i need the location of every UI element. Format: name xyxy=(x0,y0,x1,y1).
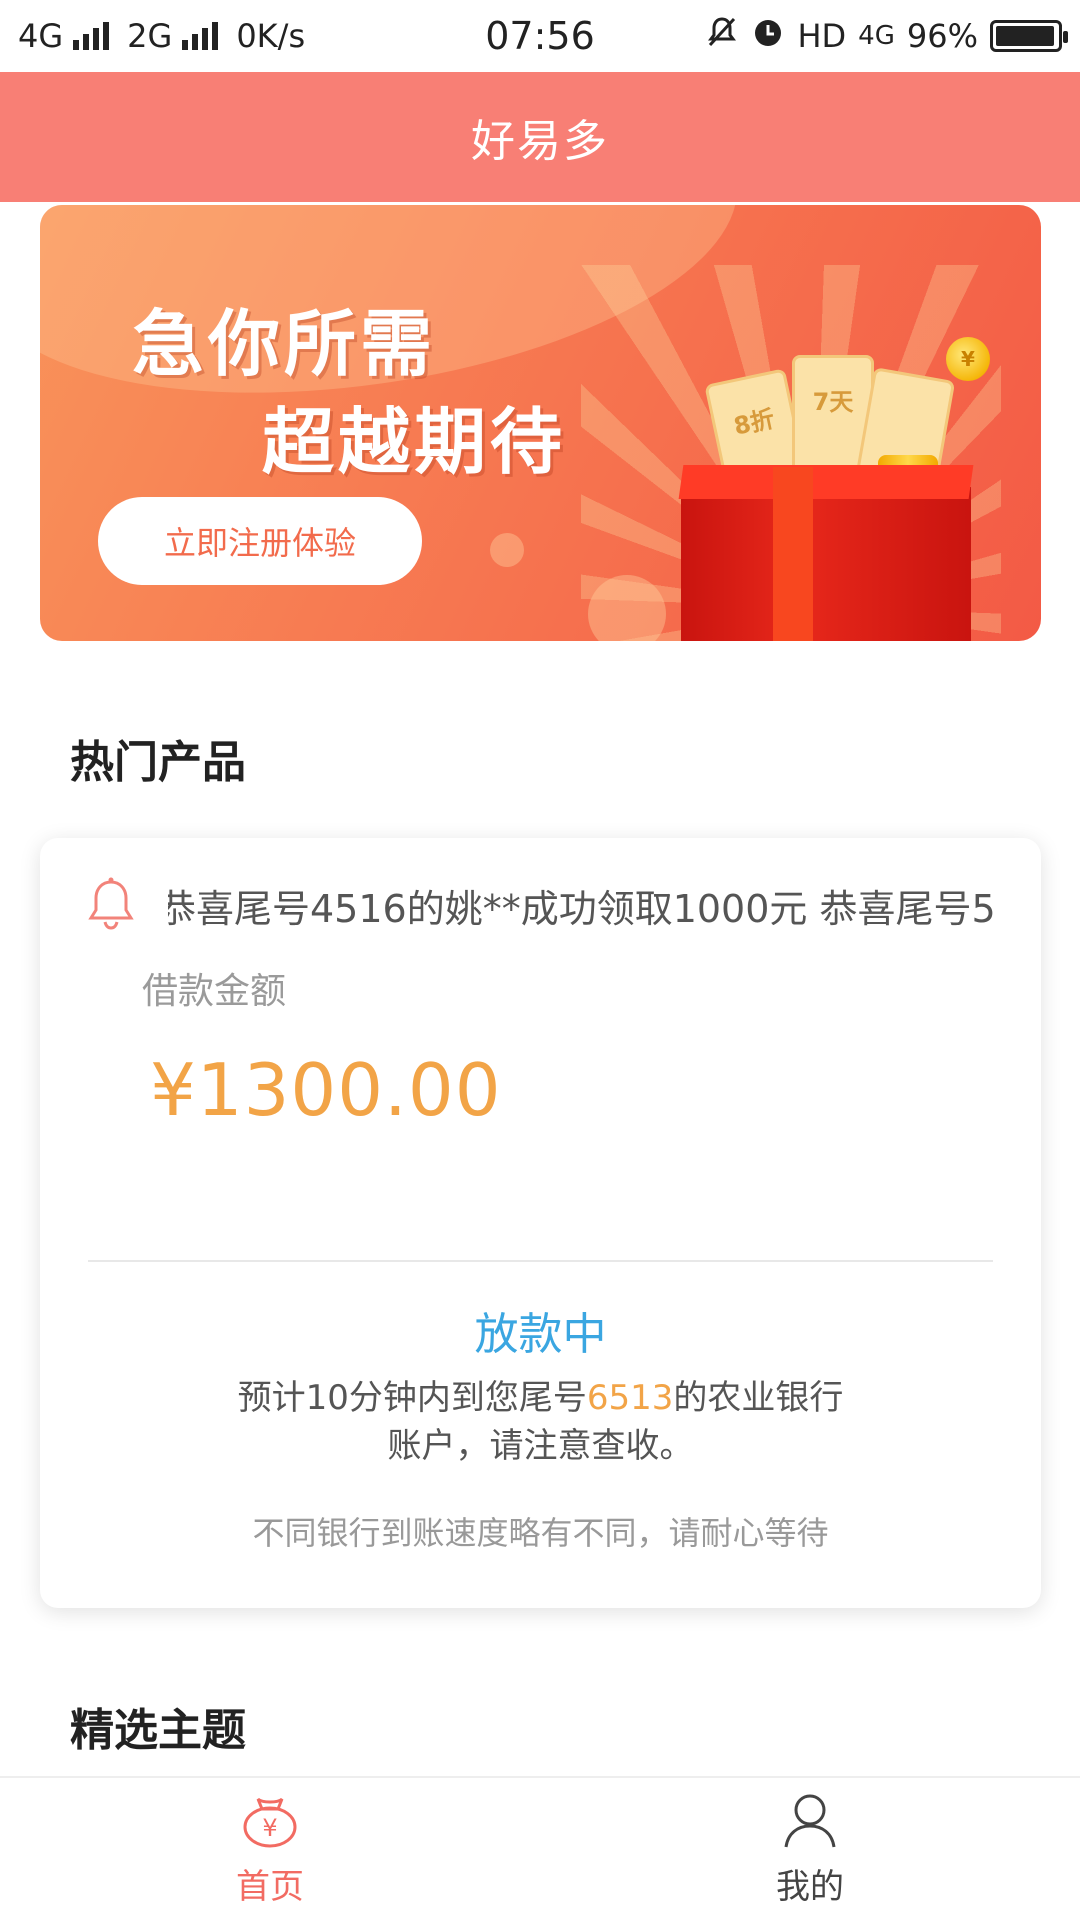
mute-icon xyxy=(705,15,739,57)
network-type-3: 4G xyxy=(858,21,895,51)
gift-box xyxy=(681,467,971,641)
battery-percent: 96% xyxy=(906,17,978,55)
loan-amount: ¥1300.00 xyxy=(150,1048,502,1132)
network-speed: 0K/s xyxy=(236,17,306,55)
bottom-nav: ¥ 首页 我的 xyxy=(0,1776,1080,1920)
coin-icon: ¥ xyxy=(946,337,990,381)
register-button[interactable]: 立即注册体验 xyxy=(98,497,422,585)
banner-headline: 急你所需 xyxy=(132,302,437,386)
network-type-1: 4G xyxy=(18,17,64,55)
signal-icon-2 xyxy=(182,22,219,50)
divider xyxy=(88,1260,993,1262)
nav-home[interactable]: ¥ 首页 xyxy=(0,1778,540,1920)
notice-line2: 账户，请注意查收。 xyxy=(387,1426,694,1466)
app-header: 好易多 xyxy=(0,72,1080,202)
clock: 07:56 xyxy=(485,14,595,58)
nav-home-label: 首页 xyxy=(236,1866,304,1907)
banner-bubble xyxy=(490,533,524,567)
notice-prefix: 预计10分钟内到您尾号 xyxy=(237,1378,587,1418)
marquee-text: 恭喜尾号4516的姚**成功领取1000元 恭喜尾号5 xyxy=(168,887,996,930)
signal-icon xyxy=(73,22,110,50)
battery-icon xyxy=(990,20,1068,52)
disbursement-notice: 预计10分钟内到您尾号6513的农业银行 账户，请注意查收。 xyxy=(40,1374,1041,1470)
nav-mine-label: 我的 xyxy=(776,1866,844,1907)
network-type-2: 2G xyxy=(127,17,173,55)
section-title-hot-products: 热门产品 xyxy=(70,737,246,788)
winner-marquee: 恭喜尾号4516的姚**成功领取1000元 恭喜尾号5 xyxy=(168,874,998,930)
loan-status: 放款中 xyxy=(474,1309,607,1360)
loan-status-card: 恭喜尾号4516的姚**成功领取1000元 恭喜尾号5 借款金额 ¥1300.0… xyxy=(40,838,1041,1608)
amount-label: 借款金额 xyxy=(142,971,287,1012)
promo-banner[interactable]: 急你所需 超越期待 立即注册体验 8折 7天 ¥ ¥ ¥ xyxy=(40,205,1041,641)
hd-indicator: HD xyxy=(797,17,847,55)
bell-icon xyxy=(84,876,138,932)
wait-tip: 不同银行到账速度略有不同，请耐心等待 xyxy=(252,1514,829,1552)
app-screen: 4G 2G 0K/s 07:56 HD 4G 96% 好易多 急你所需 超越期待… xyxy=(0,0,1080,1920)
svg-text:¥: ¥ xyxy=(262,1814,277,1842)
page-title: 好易多 xyxy=(471,116,609,167)
banner-subheadline: 超越期待 xyxy=(262,400,567,484)
status-bar: 4G 2G 0K/s 07:56 HD 4G 96% xyxy=(0,0,1080,72)
notice-suffix: 的农业银行 xyxy=(673,1378,844,1418)
status-bar-left: 4G 2G 0K/s xyxy=(18,17,458,55)
alarm-icon xyxy=(751,15,785,57)
money-bag-icon: ¥ xyxy=(238,1791,302,1853)
section-title-featured-topics: 精选主题 xyxy=(70,1705,246,1756)
status-bar-right: HD 4G 96% xyxy=(622,15,1068,57)
user-icon xyxy=(781,1791,839,1853)
account-tail-number: 6513 xyxy=(586,1378,674,1418)
nav-mine[interactable]: 我的 xyxy=(540,1778,1080,1920)
